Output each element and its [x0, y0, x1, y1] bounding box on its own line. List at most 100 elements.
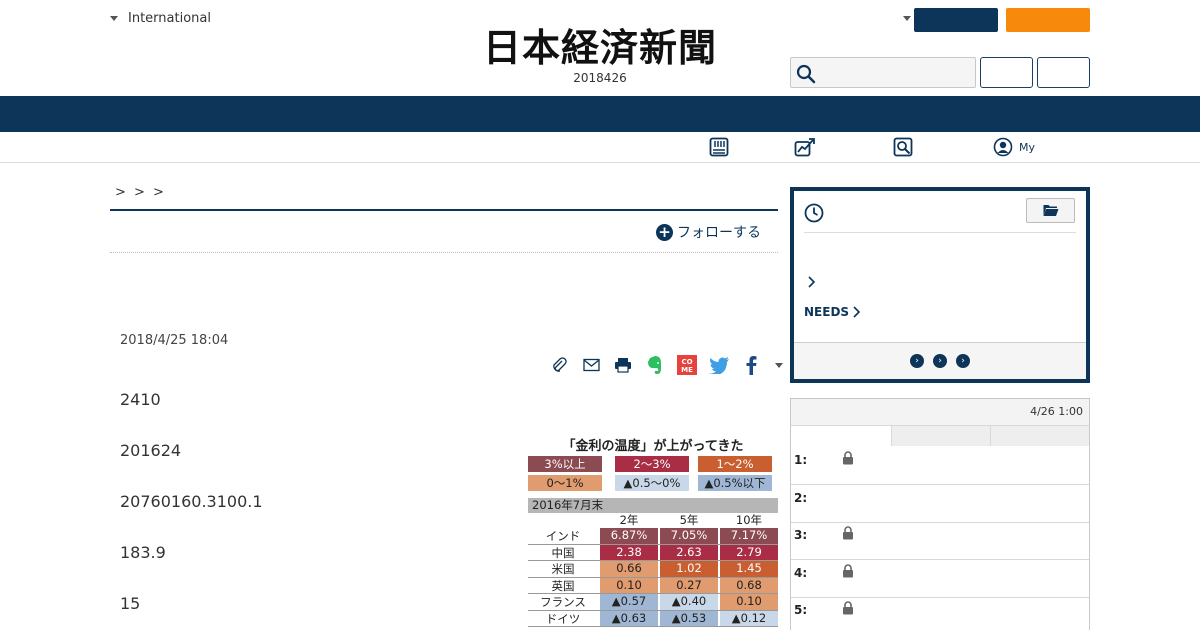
- breadcrumb[interactable]: > > >: [115, 185, 166, 200]
- ranking-tab-3[interactable]: [990, 426, 1089, 446]
- more-caret-icon[interactable]: [772, 354, 786, 376]
- svg-text:CO: CO: [681, 358, 692, 366]
- rank-number: 3:: [794, 528, 808, 542]
- dotted-divider: [110, 252, 778, 253]
- arrow-circle-icon[interactable]: ›: [910, 354, 924, 368]
- follow-button[interactable]: + フォローする: [656, 222, 761, 242]
- figure-legend: 3%以上 2～3% 1～2% 0～1% ▲0.5～0% ▲0.5%以下: [528, 456, 778, 492]
- rate-cell: 0.27: [660, 577, 718, 593]
- chart-icon: [794, 138, 815, 157]
- rate-cell: 0.66: [600, 561, 658, 577]
- lock-icon: [843, 601, 853, 615]
- subnav-item-search[interactable]: [893, 137, 919, 157]
- evernote-icon[interactable]: [644, 354, 666, 376]
- nikkei-logo[interactable]: 日本経済新聞: [450, 26, 750, 70]
- mail-icon[interactable]: [580, 354, 602, 376]
- facebook-icon[interactable]: [740, 354, 762, 376]
- table-row: フランス ▲0.57 ▲0.40 0.10: [528, 594, 778, 611]
- ranking-timestamp: 4/26 1:00: [1030, 405, 1083, 418]
- international-label: International: [128, 11, 211, 26]
- article-paragraph-4: 183.9: [120, 543, 166, 562]
- sub-navigation: My: [0, 132, 1200, 163]
- country-label: 米国: [551, 562, 575, 576]
- article-paragraph-1: 2410: [120, 390, 161, 409]
- table-heading: 2016年7月末: [528, 498, 778, 513]
- ranking-item[interactable]: 4:: [791, 560, 1089, 598]
- published-time: 2018/4/25 18:04: [120, 333, 229, 348]
- ranking-tabs: [791, 426, 1089, 446]
- ranking-item[interactable]: 3:: [791, 522, 1089, 560]
- legend-item: 2～3%: [615, 456, 689, 472]
- table-body: インド 6.87% 7.05% 7.17% 中国 2.38 2.63 2.79 米国 0.66 1.…: [528, 528, 778, 627]
- needs-label: NEEDS: [804, 305, 850, 319]
- chevron-right-icon: [853, 306, 861, 318]
- twitter-icon[interactable]: [708, 354, 730, 376]
- legend-item: ▲0.5%以下: [698, 475, 772, 491]
- breadcrumb-divider: [110, 209, 778, 211]
- ranking-item[interactable]: 1:: [791, 447, 1089, 485]
- main-navigation-bar: [0, 96, 1200, 132]
- country-label: 英国: [551, 578, 575, 593]
- table-row: ドイツ ▲0.63 ▲0.53 ▲0.12: [528, 610, 778, 627]
- saved-articles-button[interactable]: [1026, 198, 1075, 223]
- account-caret-down-icon[interactable]: [903, 16, 911, 21]
- header-button-1[interactable]: [980, 57, 1033, 88]
- ranking-item[interactable]: 5:: [791, 597, 1089, 630]
- rank-number: 4:: [794, 565, 808, 580]
- rate-cell: ▲0.53: [660, 610, 718, 626]
- rate-cell: 7.17%: [720, 528, 778, 544]
- ranking-item[interactable]: 2:: [791, 485, 1089, 523]
- column-header-10y: 10年: [735, 513, 763, 527]
- table-row: インド 6.87% 7.05% 7.17%: [528, 528, 778, 545]
- follow-label: フォローする: [677, 225, 761, 241]
- rate-cell: ▲0.63: [600, 610, 658, 626]
- chevron-right-icon[interactable]: [807, 275, 816, 293]
- panel-footer-links: › › ›: [794, 342, 1086, 379]
- clip-icon[interactable]: [548, 354, 570, 376]
- caret-down-icon: [110, 16, 118, 21]
- folder-icon: [1043, 205, 1058, 216]
- rate-cell: 2.79: [720, 544, 778, 560]
- subnav-item-my[interactable]: My: [993, 137, 1035, 157]
- table-column-headers: 2年 5年 10年: [528, 513, 778, 528]
- ranking-panel: 4/26 1:00 1: 2: 3: 4: 5:: [790, 398, 1090, 630]
- ranking-tab-2[interactable]: [891, 426, 991, 446]
- subnav-item-market[interactable]: [794, 137, 822, 157]
- rate-cell: ▲0.12: [720, 610, 778, 626]
- subscribe-button[interactable]: [1006, 8, 1090, 32]
- needs-link[interactable]: NEEDS: [804, 305, 861, 319]
- arrow-circle-icon[interactable]: ›: [956, 354, 970, 368]
- rank-number: 2:: [794, 490, 808, 505]
- lock-icon: [843, 563, 853, 577]
- come-icon[interactable]: CO ME: [676, 354, 698, 376]
- print-icon[interactable]: [612, 354, 634, 376]
- rate-cell: 2.38: [600, 544, 658, 560]
- clock-icon: [804, 203, 824, 223]
- search-input[interactable]: [790, 57, 976, 88]
- interest-rate-table-figure: 「金利の温度」が上がってきた 3%以上 2～3% 1～2% 0～1% ▲0.5～0% ▲0…: [528, 438, 778, 627]
- ranking-tab-1[interactable]: [791, 426, 891, 446]
- article-paragraph-5: 15: [120, 594, 141, 613]
- column-header-2y: 2年: [619, 513, 639, 527]
- rate-cell: 6.87%: [600, 528, 658, 544]
- country-label: フランス: [540, 595, 586, 609]
- svg-text:ME: ME: [681, 366, 693, 374]
- rate-cell: 1.02: [660, 561, 718, 577]
- rate-cell: 7.05%: [660, 528, 718, 544]
- table-row: 米国 0.66 1.02 1.45: [528, 561, 778, 578]
- legend-item: 0～1%: [528, 475, 602, 491]
- reading-history-panel: NEEDS › › ›: [790, 187, 1090, 383]
- panel-divider: [804, 232, 1076, 233]
- subnav-item-paper[interactable]: [709, 137, 735, 157]
- header-button-2[interactable]: [1037, 57, 1090, 88]
- article-paragraph-3: 20760160.3100.1: [120, 492, 263, 511]
- legend-item: 3%以上: [528, 456, 602, 472]
- rate-cell: 0.10: [600, 577, 658, 593]
- login-button[interactable]: [914, 8, 998, 32]
- user-circle-icon: [993, 137, 1013, 157]
- international-edition-selector[interactable]: International: [110, 11, 211, 26]
- legend-item: 1～2%: [698, 456, 772, 472]
- article-paragraph-2: 201624: [120, 441, 182, 460]
- arrow-circle-icon[interactable]: ›: [933, 354, 947, 368]
- rate-cell: 1.45: [720, 561, 778, 577]
